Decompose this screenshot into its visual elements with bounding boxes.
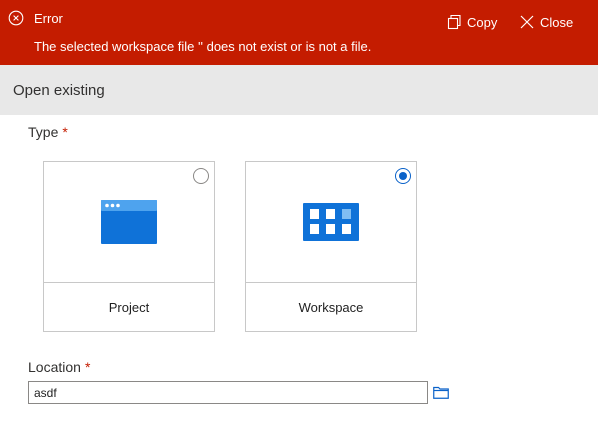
error-message: The selected workspace file '' does not … [34, 39, 372, 54]
type-label-text: Type [28, 124, 59, 140]
section-header: Open existing [0, 65, 598, 115]
copy-icon [447, 14, 461, 30]
project-window-icon [101, 200, 157, 244]
required-marker: * [84, 359, 91, 375]
workspace-card-label: Workspace [298, 300, 364, 315]
location-input[interactable] [28, 381, 428, 404]
error-banner: Error The selected workspace file '' doe… [0, 0, 598, 65]
workspace-grid-icon [303, 203, 359, 241]
copy-label: Copy [467, 14, 498, 30]
error-title: Error [34, 11, 63, 26]
copy-button[interactable]: Copy [446, 12, 497, 32]
radio-selected-dot [399, 172, 407, 180]
section-title: Open existing [13, 81, 105, 99]
location-field-label: Location * [28, 359, 90, 375]
close-label: Close [540, 14, 574, 30]
type-field-label: Type * [28, 124, 68, 140]
workspace-type-card[interactable]: Workspace [245, 161, 417, 332]
folder-icon[interactable] [433, 386, 449, 399]
required-marker: * [62, 124, 68, 140]
project-radio[interactable] [193, 168, 209, 184]
error-circle-icon [8, 10, 24, 26]
workspace-radio[interactable] [395, 168, 411, 184]
location-label-text: Location [28, 359, 81, 375]
close-icon [520, 15, 534, 29]
project-type-card[interactable]: Project [43, 161, 215, 332]
project-card-label: Project [108, 300, 150, 315]
close-button[interactable]: Close [519, 12, 573, 32]
